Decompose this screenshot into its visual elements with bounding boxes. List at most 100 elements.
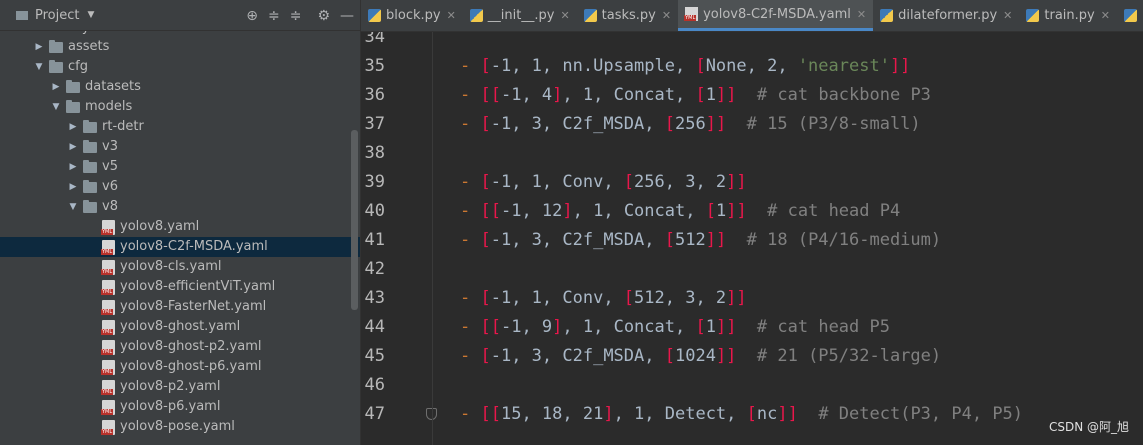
code-token: - bbox=[460, 85, 481, 105]
project-panel: Project ▼ ⊕ ≑ ≑ ⚙ — ultralytics ▶assets▼… bbox=[0, 0, 361, 445]
chevron-right-icon[interactable]: ▶ bbox=[50, 77, 62, 97]
code-line[interactable]: 45 - [-1, 3, C2f_MSDA, [1024]] # 21 (P5/3… bbox=[361, 342, 1143, 371]
tree-folder[interactable]: ▶ assets bbox=[0, 37, 360, 57]
editor-tab[interactable]: train.py ✕ bbox=[1019, 0, 1117, 31]
code-token: ] bbox=[603, 404, 614, 424]
code-token: ]] bbox=[715, 85, 737, 105]
tree-file[interactable]: yolov8.yaml bbox=[0, 217, 360, 237]
code-token: , 1, Concat, bbox=[562, 85, 696, 105]
code-token: # 21 (P5/32-large) bbox=[736, 346, 942, 366]
code-line[interactable]: 47 - [[15, 18, 21], 1, Detect, [nc]] # De… bbox=[361, 400, 1143, 429]
tree-folder[interactable]: ▼ models bbox=[0, 97, 360, 117]
code-line[interactable]: 34 bbox=[361, 32, 1143, 52]
editor-tab[interactable]: __init__.py ✕ bbox=[463, 0, 577, 31]
chevron-down-icon: ▼ bbox=[87, 10, 95, 20]
code-token: # cat head P5 bbox=[736, 317, 890, 337]
close-icon[interactable]: ✕ bbox=[447, 9, 456, 22]
editor-tab[interactable]: imgTes bbox=[1117, 0, 1143, 31]
tree-file[interactable]: yolov8-FasterNet.yaml bbox=[0, 297, 360, 317]
tree-folder[interactable]: ▼ v8 bbox=[0, 197, 360, 217]
chevron-right-icon[interactable]: ▶ bbox=[67, 157, 79, 177]
code-line[interactable]: 39 - [-1, 1, Conv, [256, 3, 2]] bbox=[361, 168, 1143, 197]
code-token: -1, 12 bbox=[500, 201, 563, 221]
code-token: # 15 (P3/8-small) bbox=[726, 114, 921, 134]
chevron-right-icon[interactable]: ▶ bbox=[67, 177, 79, 197]
folder-icon bbox=[16, 10, 28, 20]
tree-file[interactable]: yolov8-ghost-p6.yaml bbox=[0, 357, 360, 377]
tree-folder[interactable]: ▶ v3 bbox=[0, 137, 360, 157]
gear-icon[interactable]: ⚙ bbox=[317, 8, 330, 24]
chevron-down-icon[interactable]: ▼ bbox=[67, 197, 79, 217]
close-icon[interactable]: ✕ bbox=[1003, 9, 1012, 22]
crosshair-icon[interactable]: ⊕ bbox=[246, 8, 258, 24]
expand-all-icon[interactable]: ≑ bbox=[268, 8, 280, 24]
yaml-file-icon bbox=[684, 7, 699, 21]
code-token: ] bbox=[552, 317, 563, 337]
collapse-all-icon[interactable]: ≑ bbox=[290, 8, 302, 24]
tree-file[interactable]: yolov8-efficientViT.yaml bbox=[0, 277, 360, 297]
chevron-right-icon[interactable]: ▶ bbox=[33, 37, 45, 57]
code-line[interactable]: 41 - [-1, 3, C2f_MSDA, [512]] # 18 (P4/16… bbox=[361, 226, 1143, 255]
editor-tab[interactable]: block.py ✕ bbox=[361, 0, 463, 31]
tree-scrollbar[interactable] bbox=[351, 130, 358, 310]
tree-item-label: yolov8-p6.yaml bbox=[120, 399, 221, 414]
tree-item-label: yolov8-FasterNet.yaml bbox=[120, 299, 267, 314]
tree-file[interactable]: yolov8-pose.yaml bbox=[0, 417, 360, 437]
code-line[interactable]: 42 bbox=[361, 255, 1143, 284]
tree-file[interactable]: yolov8-cls.yaml bbox=[0, 257, 360, 277]
code-editor[interactable]: 34 35- [-1, 1, nn.Upsample, [None, 2, 'ne… bbox=[361, 32, 1143, 445]
code-line[interactable]: 44 - [[-1, 9], 1, Concat, [1]] # cat head… bbox=[361, 313, 1143, 342]
line-number: 44 bbox=[364, 317, 385, 337]
line-number: 40 bbox=[364, 201, 385, 221]
tree-item-label: yolov8-pose.yaml bbox=[120, 419, 235, 434]
tree-file[interactable]: yolov8-p2.yaml bbox=[0, 377, 360, 397]
editor-tab[interactable]: dilateformer.py ✕ bbox=[873, 0, 1019, 31]
tree-folder[interactable]: ▶ v6 bbox=[0, 177, 360, 197]
yaml-file-icon bbox=[101, 399, 115, 415]
code-token: 512 bbox=[674, 230, 706, 250]
yaml-file-icon bbox=[101, 259, 115, 275]
chevron-right-icon[interactable]: ▶ bbox=[67, 117, 79, 137]
tree-folder[interactable]: ▶ datasets bbox=[0, 77, 360, 97]
tree-file[interactable]: yolov8-p6.yaml bbox=[0, 397, 360, 417]
code-line[interactable]: 46 bbox=[361, 371, 1143, 400]
code-line[interactable]: 43 - [-1, 1, Conv, [512, 3, 2]] bbox=[361, 284, 1143, 313]
close-icon[interactable]: ✕ bbox=[1101, 9, 1110, 22]
tree-item-label: yolov8-ghost-p2.yaml bbox=[120, 339, 262, 354]
code-token: -1, 3, C2f_MSDA, bbox=[490, 346, 665, 366]
code-line[interactable]: 37 - [-1, 3, C2f_MSDA, [256]] # 15 (P3/8-… bbox=[361, 110, 1143, 139]
tree-file[interactable]: yolov8-ghost.yaml bbox=[0, 317, 360, 337]
close-icon[interactable]: ✕ bbox=[857, 8, 866, 21]
code-token: [ bbox=[746, 404, 757, 424]
close-icon[interactable]: ✕ bbox=[560, 9, 569, 22]
folder-icon bbox=[83, 179, 97, 193]
chevron-right-icon[interactable]: ▶ bbox=[67, 137, 79, 157]
tree-folder[interactable]: ▶ v5 bbox=[0, 157, 360, 177]
tree-file[interactable]: yolov8-C2f-MSDA.yaml bbox=[0, 237, 360, 257]
code-line[interactable]: 36 - [[-1, 4], 1, Concat, [1]] # cat back… bbox=[361, 81, 1143, 110]
project-view-selector[interactable]: Project ▼ bbox=[16, 8, 94, 23]
code-token: [ bbox=[705, 201, 716, 221]
code-line[interactable]: 38 bbox=[361, 139, 1143, 168]
editor-tab[interactable]: tasks.py ✕ bbox=[577, 0, 678, 31]
code-token: 512, 3, 2 bbox=[634, 288, 727, 308]
editor-tab[interactable]: yolov8-C2f-MSDA.yaml ✕ bbox=[678, 0, 874, 31]
minimize-icon[interactable]: — bbox=[340, 8, 354, 24]
code-line[interactable]: 40 - [[-1, 12], 1, Concat, [1]] # cat hea… bbox=[361, 197, 1143, 226]
code-token: ]] bbox=[705, 230, 727, 250]
code-line[interactable]: 35- [-1, 1, nn.Upsample, [None, 2, 'near… bbox=[361, 52, 1143, 81]
yaml-file-icon bbox=[101, 279, 115, 295]
tree-folder[interactable]: ▼ cfg bbox=[0, 57, 360, 77]
chevron-down-icon[interactable]: ▼ bbox=[33, 57, 45, 77]
tree-file[interactable]: yolov8-ghost-p2.yaml bbox=[0, 337, 360, 357]
tree-item-label: yolov8-C2f-MSDA.yaml bbox=[120, 239, 268, 254]
tree-folder[interactable]: ▶ rt-detr bbox=[0, 117, 360, 137]
line-number: 41 bbox=[364, 230, 385, 250]
tab-label: __init__.py bbox=[487, 8, 555, 23]
chevron-down-icon[interactable]: ▼ bbox=[50, 97, 62, 117]
code-token: # cat head P4 bbox=[746, 201, 901, 221]
tree-item-label: yolov8-efficientViT.yaml bbox=[120, 279, 276, 294]
close-icon[interactable]: ✕ bbox=[662, 9, 671, 22]
code-token: -1, 1, nn.Upsample, bbox=[490, 56, 696, 76]
tree-item-label: v5 bbox=[102, 159, 118, 174]
